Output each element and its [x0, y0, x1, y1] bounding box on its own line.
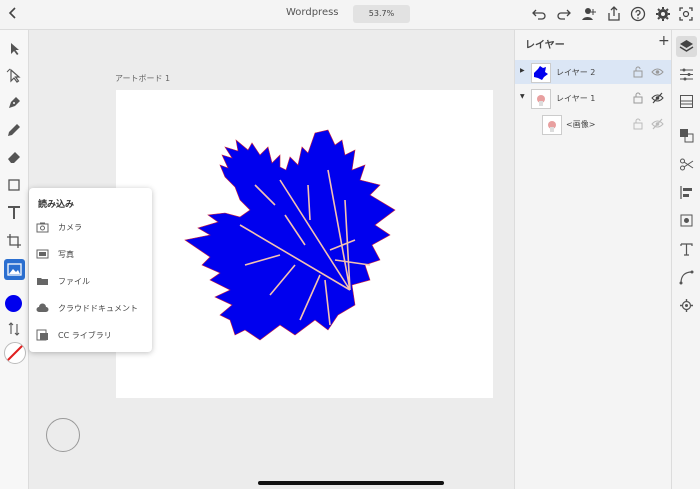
collapse-arrow-icon[interactable]: ▼ — [520, 93, 525, 100]
arrange-icon[interactable] — [679, 128, 694, 143]
import-file-label: ファイル — [58, 277, 90, 286]
stroke-color-swatch[interactable] — [4, 342, 26, 364]
crop-rotate-tool-icon[interactable] — [5, 232, 23, 250]
align-icon[interactable] — [679, 185, 694, 200]
transform-icon[interactable] — [679, 213, 694, 228]
path-curve-icon[interactable] — [679, 270, 694, 285]
direct-selection-tool-icon[interactable] — [5, 67, 23, 85]
redo-icon[interactable] — [556, 6, 572, 22]
visibility-eye-icon[interactable] — [651, 66, 664, 78]
import-library-label: CC ライブラリ — [58, 331, 112, 340]
add-layer-icon[interactable]: + — [658, 33, 670, 49]
cloud-icon — [36, 302, 49, 314]
import-camera-item[interactable]: カメラ — [29, 217, 152, 239]
layer-thumbnail — [531, 63, 551, 83]
import-library-item[interactable]: CC ライブラリ — [29, 325, 152, 347]
import-file-item[interactable]: ファイル — [29, 271, 152, 293]
help-icon[interactable] — [630, 6, 646, 22]
selection-tool-icon[interactable] — [5, 40, 23, 58]
layer-name: レイヤー 2 — [556, 68, 596, 77]
back-icon[interactable] — [8, 5, 24, 23]
quick-action-button[interactable] — [46, 418, 80, 452]
lock-icon[interactable] — [633, 118, 643, 130]
fill-color-swatch[interactable] — [5, 295, 22, 312]
layer-row-image[interactable]: <画像> — [515, 112, 671, 136]
eraser-tool-icon[interactable] — [5, 148, 23, 166]
import-menu-title: 読み込み — [38, 200, 75, 210]
expand-arrow-icon[interactable]: ▶ — [520, 67, 525, 74]
home-indicator[interactable] — [258, 481, 444, 485]
type-tool-icon[interactable] — [5, 204, 23, 222]
leaf-artwork[interactable] — [180, 125, 420, 345]
artboard-label: アートボード 1 — [115, 74, 171, 83]
layer-name: レイヤー 1 — [556, 94, 596, 103]
hidden-eye-icon[interactable] — [651, 118, 664, 130]
folder-icon — [36, 275, 49, 287]
appearance-icon[interactable] — [679, 94, 694, 109]
camera-icon — [36, 221, 49, 233]
left-toolbar — [0, 30, 29, 489]
invite-user-icon[interactable] — [581, 6, 597, 22]
scissors-icon[interactable] — [679, 157, 694, 172]
layers-icon[interactable] — [676, 36, 697, 57]
layer-row-2[interactable]: ▶ レイヤー 2 — [515, 60, 671, 84]
photo-icon — [36, 248, 49, 260]
place-image-tool-icon[interactable] — [4, 259, 25, 280]
import-photo-label: 写真 — [58, 250, 74, 259]
layers-panel: レイヤー + ▶ レイヤー 2 ▼ レイヤー 1 <画像> — [514, 30, 671, 489]
image-thumbnail — [542, 115, 562, 135]
lock-icon[interactable] — [633, 66, 643, 78]
layer-row-1[interactable]: ▼ レイヤー 1 — [515, 86, 671, 110]
pen-tool-icon[interactable] — [5, 94, 23, 112]
plugins-gear-icon[interactable] — [679, 298, 694, 313]
fit-screen-icon[interactable] — [678, 6, 694, 22]
share-icon[interactable] — [606, 6, 622, 22]
import-cloud-label: クラウドドキュメント — [58, 304, 138, 313]
import-photo-item[interactable]: 写真 — [29, 244, 152, 266]
library-icon — [36, 329, 49, 341]
import-cloud-item[interactable]: クラウドドキュメント — [29, 298, 152, 320]
hidden-eye-icon[interactable] — [651, 92, 664, 104]
import-menu: 読み込み カメラ 写真 ファイル クラウドドキュメント CC ライブラリ — [29, 188, 152, 352]
settings-gear-icon[interactable] — [655, 6, 671, 22]
right-toolbar — [671, 30, 700, 489]
shape-tool-icon[interactable] — [5, 176, 23, 194]
undo-icon[interactable] — [531, 6, 547, 22]
pencil-tool-icon[interactable] — [5, 121, 23, 139]
document-title: Wordpress — [286, 7, 339, 18]
layers-panel-title: レイヤー — [525, 40, 565, 51]
lock-icon[interactable] — [633, 92, 643, 104]
top-bar: Wordpress 53.7% — [0, 0, 700, 30]
layer-name: <画像> — [566, 120, 596, 129]
properties-sliders-icon[interactable] — [679, 67, 694, 82]
swap-colors-icon[interactable] — [5, 320, 23, 338]
layer-thumbnail — [531, 89, 551, 109]
zoom-level[interactable]: 53.7% — [353, 5, 410, 23]
import-camera-label: カメラ — [58, 223, 82, 232]
character-type-icon[interactable] — [679, 242, 694, 257]
